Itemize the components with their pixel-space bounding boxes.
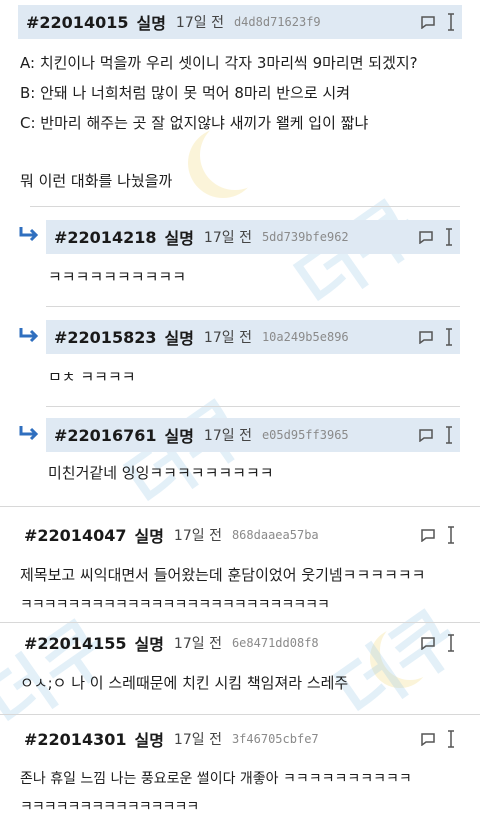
reply-bubble-icon[interactable] xyxy=(420,528,436,542)
comment-header: #22014015 실명 17일 전 d4d8d71623f9 xyxy=(18,5,462,39)
comment-header: #22015823 실명 17일 전 10a249b5e896 xyxy=(46,320,460,354)
comment-author: 실명 xyxy=(134,527,164,546)
divider xyxy=(30,206,460,207)
reply-arrow-icon xyxy=(18,326,40,348)
comment-time: 17일 전 xyxy=(173,528,222,544)
comment-author: 실명 xyxy=(134,635,164,654)
comment-id[interactable]: #22016761 xyxy=(54,426,156,445)
comment-hash: 868daaea57ba xyxy=(231,528,319,542)
comment-actions xyxy=(420,518,456,552)
comment-text: 뭐 이런 대화를 나눴을까 xyxy=(20,172,173,190)
reply-bubble-icon[interactable] xyxy=(420,15,436,29)
comment-id[interactable]: #22015823 xyxy=(54,328,156,347)
comment-header: #22016761 실명 17일 전 e05d95ff3965 xyxy=(46,418,460,452)
comment-hash: 10a249b5e896 xyxy=(261,330,349,344)
comment-author: 실명 xyxy=(164,229,194,248)
comment-time: 17일 전 xyxy=(203,230,252,246)
comment-id[interactable]: #22014155 xyxy=(24,634,126,653)
comment-author: 실명 xyxy=(136,14,166,33)
divider xyxy=(0,506,480,507)
comment-id[interactable]: #22014218 xyxy=(54,228,156,247)
comment-actions xyxy=(420,722,456,756)
comment-header: #22014047 실명 17일 전 868daaea57ba xyxy=(16,518,462,552)
comment-hash: 3f46705cbfe7 xyxy=(231,732,319,746)
divider xyxy=(0,714,480,715)
comment-actions xyxy=(418,418,454,452)
comment-hash: d4d8d71623f9 xyxy=(233,15,321,29)
comment-hash: 5dd739bfe962 xyxy=(261,230,349,244)
comment-header: #22014301 실명 17일 전 3f46705cbfe7 xyxy=(16,722,462,756)
comment-header: #22014218 실명 17일 전 5dd739bfe962 xyxy=(46,220,460,254)
comment-time: 17일 전 xyxy=(173,732,222,748)
comment-text: C: 반마리 해주는 곳 잘 없지않냐 새끼가 왤케 입이 짧냐 xyxy=(20,114,369,132)
comment-author: 실명 xyxy=(134,731,164,750)
reply-arrow-icon xyxy=(18,424,40,446)
text-cursor-icon[interactable] xyxy=(446,13,456,31)
comment-text: 미친거같네 잉잉ㅋㅋㅋㅋㅋㅋㅋㅋㅋ xyxy=(48,464,274,482)
comment-id[interactable]: #22014015 xyxy=(26,13,128,32)
comment-id[interactable]: #22014301 xyxy=(24,730,126,749)
comment-actions xyxy=(418,220,454,254)
divider xyxy=(46,406,460,407)
watermark-text: 더쿠 xyxy=(321,594,474,736)
text-cursor-icon[interactable] xyxy=(446,634,456,652)
text-cursor-icon[interactable] xyxy=(444,228,454,246)
reply-bubble-icon[interactable] xyxy=(418,428,434,442)
comment-time: 17일 전 xyxy=(203,330,252,346)
comment-time: 17일 전 xyxy=(173,636,222,652)
comment-text: B: 안돼 나 너희처럼 많이 못 먹어 8마리 반으로 시켜 xyxy=(20,84,351,102)
comment-time: 17일 전 xyxy=(175,15,224,31)
comment-text: 존나 휴일 느낌 나는 풍요로운 썰이다 개좋아 ㅋㅋㅋㅋㅋㅋㅋㅋㅋㅋ xyxy=(20,771,412,787)
comment-time: 17일 전 xyxy=(203,428,252,444)
text-cursor-icon[interactable] xyxy=(446,526,456,544)
comment-actions xyxy=(420,626,456,660)
comment-header: #22014155 실명 17일 전 6e8471dd08f8 xyxy=(16,626,462,660)
comment: #22014015 실명 17일 전 d4d8d71623f9 A: 치킨이나 … xyxy=(0,0,480,206)
comment-actions xyxy=(418,320,454,354)
reply-bubble-icon[interactable] xyxy=(420,636,436,650)
comment-text: ㅁㅊ ㅋㅋㅋㅋ xyxy=(48,368,136,386)
comment-author: 실명 xyxy=(164,427,194,446)
divider xyxy=(0,622,480,623)
comment-actions xyxy=(420,5,456,39)
comment-text: ㅇㅅ;ㅇ 나 이 스레때문에 치킨 시킴 책임져라 스레주 xyxy=(20,674,349,692)
comment-author: 실명 xyxy=(164,329,194,348)
text-cursor-icon[interactable] xyxy=(446,730,456,748)
text-cursor-icon[interactable] xyxy=(444,328,454,346)
comment-text: ㅋㅋㅋㅋㅋㅋㅋㅋㅋㅋ xyxy=(48,268,187,286)
comment-text: 제목보고 씨익대면서 들어왔는데 훈담이었어 웃기넴ㅋㅋㅋㅋㅋㅋ xyxy=(20,566,426,584)
comment-hash: 6e8471dd08f8 xyxy=(231,636,319,650)
text-cursor-icon[interactable] xyxy=(444,426,454,444)
divider xyxy=(46,306,460,307)
comment-text: ㅋㅋㅋㅋㅋㅋㅋㅋㅋㅋㅋㅋㅋㅋㅋㅋㅋㅋㅋㅋㅋㅋㅋㅋㅋㅋ xyxy=(20,597,330,613)
reply-bubble-icon[interactable] xyxy=(420,732,436,746)
reply-bubble-icon[interactable] xyxy=(418,330,434,344)
comment-hash: e05d95ff3965 xyxy=(261,428,349,442)
comment-id[interactable]: #22014047 xyxy=(24,526,126,545)
comment-text: A: 치킨이나 먹을까 우리 셋이니 각자 3마리씩 9마리면 되겠지? xyxy=(20,54,418,72)
reply-bubble-icon[interactable] xyxy=(418,230,434,244)
comment-text: ㅋㅋㅋㅋㅋㅋㅋㅋㅋㅋㅋㅋㅋㅋㅋ xyxy=(20,799,199,815)
reply-arrow-icon xyxy=(18,225,40,247)
